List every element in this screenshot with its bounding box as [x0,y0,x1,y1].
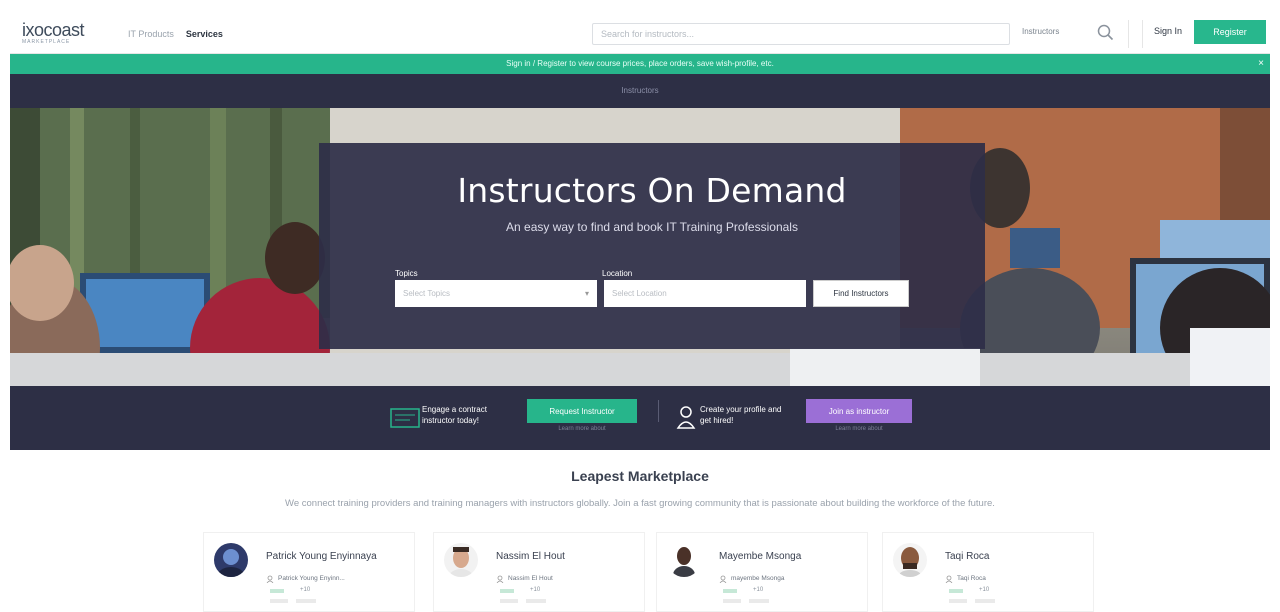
avatar [893,543,927,577]
cta-divider [658,400,659,422]
avatar [214,543,248,577]
instructor-stat: +10 [530,587,541,593]
register-button[interactable]: Register [1194,20,1266,44]
instructor-name: Nassim El Hout [496,551,565,562]
detail-bar [526,599,546,603]
detail-bar [296,599,316,603]
avatar [444,543,478,577]
topics-select[interactable]: Select Topics ▾ [395,280,597,307]
sign-in-link[interactable]: Sign In [1154,26,1182,36]
marketplace-title: Leapest Marketplace [571,468,709,484]
instructor-stat: +10 [979,587,990,593]
instructor-stat: +10 [753,587,764,593]
profile-text: Create your profile and get hired! [700,405,782,425]
instructors-dropdown[interactable]: Instructors [1022,27,1059,36]
detail-bar [500,599,518,603]
nav-divider [1128,20,1129,48]
find-instructors-button[interactable]: Find Instructors [813,280,909,307]
location-label: Location [602,269,633,278]
instructor-handle: Nassim El Hout [508,575,553,582]
rating-bar [723,589,737,593]
rating-bar [270,589,284,593]
instructor-name: Taqi Roca [945,551,990,562]
marketplace-subtitle: We connect training providers and traini… [285,498,995,509]
classroom-icon [390,408,420,428]
section-strip-label: Instructors [621,86,659,95]
logo-subtext: MARKETPLACE [22,38,71,45]
nav-link-products[interactable]: IT Products [128,29,174,39]
location-input[interactable]: Select Location [604,280,806,307]
banner-text[interactable]: Sign in / Register to view course prices… [506,59,774,68]
person-icon [676,406,696,429]
engage-learn-more-link[interactable]: Learn more about [527,426,637,432]
instructor-card[interactable]: Nassim El Hout Nassim El Hout +10 [433,532,645,612]
section-strip: Instructors [10,74,1270,108]
instructor-stat: +10 [300,587,311,593]
nav-divider [1142,20,1143,48]
rating-bar [500,589,514,593]
instructor-handle: Taqi Roca [957,575,986,582]
join-as-instructor-button[interactable]: Join as instructor [806,399,912,423]
topics-placeholder: Select Topics [403,289,450,298]
detail-bar [975,599,995,603]
search-input[interactable]: Search for instructors... [592,23,1010,45]
info-banner: Sign in / Register to view course prices… [10,54,1270,74]
join-learn-more-link[interactable]: Learn more about [806,426,912,432]
search-icon[interactable] [1096,23,1116,43]
rating-bar [949,589,963,593]
instructor-name: Mayembe Msonga [719,551,802,562]
request-instructor-button[interactable]: Request Instructor [527,399,637,423]
instructor-card[interactable]: Patrick Young Enyinnaya Patrick Young En… [203,532,415,612]
detail-bar [270,599,288,603]
topics-label: Topics [395,269,418,278]
detail-bar [723,599,741,603]
top-navigation: ixocoast MARKETPLACE IT Products Service… [10,14,1270,54]
user-icon [266,575,274,583]
hero-title: Instructors On Demand [457,171,847,210]
nav-links: IT Products Services [128,29,223,39]
user-icon [719,575,727,583]
instructor-card[interactable]: Mayembe Msonga mayembe Msonga +10 [656,532,868,612]
instructor-handle: Patrick Young Enyinn... [278,575,345,582]
hero-section: Instructors On Demand An easy way to fin… [10,108,1270,386]
engage-text: Engage a contract instructor today! [422,405,487,425]
logo[interactable]: ixocoast MARKETPLACE [20,20,106,48]
chevron-down-icon: ▾ [584,289,589,298]
nav-link-services[interactable]: Services [186,29,223,39]
instructor-card[interactable]: Taqi Roca Taqi Roca +10 [882,532,1094,612]
user-icon [945,575,953,583]
instructor-name: Patrick Young Enyinnaya [266,551,377,562]
detail-bar [949,599,967,603]
hero-subtitle: An easy way to find and book IT Training… [506,220,798,234]
logo-text: ixocoast [22,19,85,40]
instructor-handle: mayembe Msonga [731,575,785,582]
detail-bar [749,599,769,603]
hero-search-card: Instructors On Demand An easy way to fin… [319,143,985,349]
user-icon [496,575,504,583]
close-icon[interactable]: × [1258,54,1264,74]
cta-bar: Engage a contract instructor today! Requ… [10,386,1270,450]
avatar [667,543,701,577]
